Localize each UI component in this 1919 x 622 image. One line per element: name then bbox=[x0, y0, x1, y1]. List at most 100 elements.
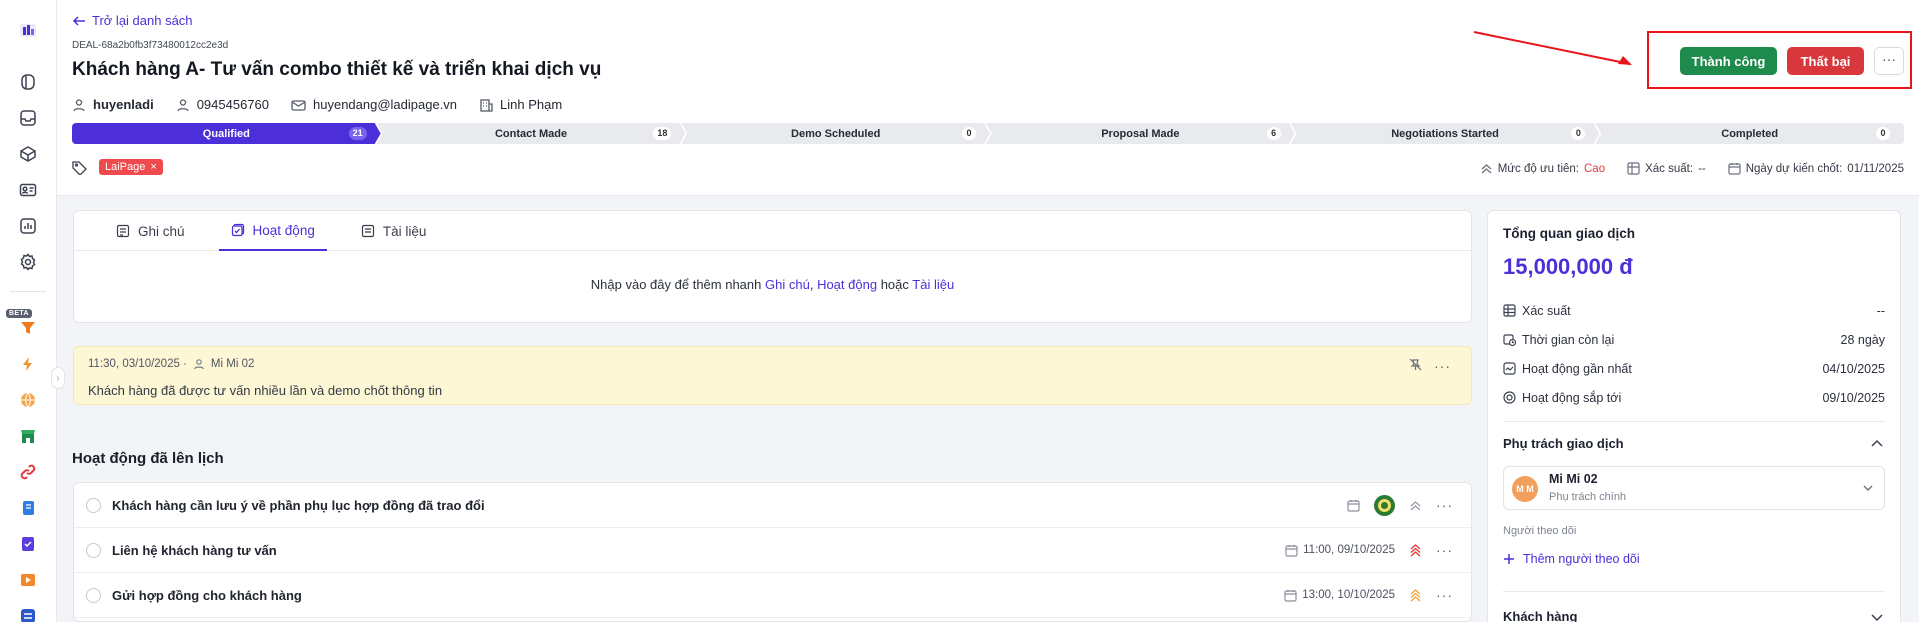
quick-add-activities-link[interactable]: Hoạt động bbox=[817, 277, 877, 292]
book-icon[interactable] bbox=[18, 498, 38, 518]
followers-label: Người theo dõi bbox=[1503, 525, 1577, 537]
more-options-button[interactable]: ··· bbox=[1874, 47, 1904, 75]
table-icon bbox=[1627, 162, 1640, 175]
flash-icon[interactable] bbox=[18, 354, 38, 374]
row-more-icon[interactable]: ··· bbox=[1436, 587, 1453, 603]
add-follower-label: Thêm người theo dõi bbox=[1523, 552, 1640, 566]
store-icon[interactable] bbox=[18, 426, 38, 446]
success-button[interactable]: Thành công bbox=[1680, 47, 1777, 75]
note-time: 11:30, 03/10/2025 · bbox=[88, 358, 187, 370]
tag-row: LaiPage × bbox=[72, 159, 163, 175]
note-more-icon[interactable]: ··· bbox=[1434, 358, 1451, 374]
building-icon bbox=[480, 98, 493, 112]
row-label: Hoạt động sắp tới bbox=[1522, 390, 1622, 405]
tab-notes[interactable]: Ghi chú bbox=[104, 211, 197, 251]
stage-proposal-made[interactable]: Proposal Made 6 bbox=[986, 123, 1295, 144]
stage-demo-scheduled[interactable]: Demo Scheduled 0 bbox=[681, 123, 990, 144]
row-label: Hoạt động gần nhất bbox=[1522, 361, 1632, 376]
probability-icon bbox=[1503, 304, 1516, 317]
tab-activities[interactable]: Hoạt động bbox=[218, 211, 327, 251]
complete-checkbox[interactable] bbox=[86, 497, 101, 513]
complete-checkbox[interactable] bbox=[86, 542, 101, 558]
stage-negotiations-started[interactable]: Negotiations Started 0 bbox=[1291, 123, 1600, 144]
products-icon[interactable] bbox=[18, 144, 38, 164]
funnel-icon[interactable] bbox=[18, 318, 38, 338]
back-link[interactable]: Trở lại danh sách bbox=[72, 13, 193, 28]
row-more-icon[interactable]: ··· bbox=[1436, 542, 1453, 558]
settings-icon[interactable] bbox=[18, 252, 38, 272]
upcoming-icon bbox=[1503, 391, 1516, 404]
globe-icon[interactable] bbox=[18, 390, 38, 410]
stage-count: 0 bbox=[1571, 127, 1585, 140]
owner-select[interactable]: M M Mi Mi 02 Phụ trách chính bbox=[1503, 466, 1885, 510]
list-item[interactable]: Liên hệ khách hàng tư vấn 11:00, 09/10/2… bbox=[74, 528, 1471, 573]
due-date-value: 11:00, 09/10/2025 bbox=[1303, 544, 1395, 556]
left-sidebar: BETA bbox=[0, 0, 57, 622]
link-icon[interactable] bbox=[18, 462, 38, 482]
overview-row-next-activity: Hoạt động sắp tới 09/10/2025 bbox=[1503, 383, 1885, 412]
chevron-down-icon[interactable] bbox=[1870, 611, 1884, 622]
tab-documents[interactable]: Tài liệu bbox=[349, 211, 439, 251]
stage-completed[interactable]: Completed 0 bbox=[1595, 123, 1905, 144]
stage-label: Proposal Made bbox=[1101, 127, 1180, 140]
tag-icon bbox=[72, 160, 87, 175]
fail-button[interactable]: Thất bại bbox=[1787, 47, 1864, 75]
priority-meta: Mức độ ưu tiên: Cao bbox=[1480, 162, 1605, 175]
phone-value: 0945456760 bbox=[196, 97, 269, 112]
avatar-emblem-icon bbox=[1378, 498, 1391, 512]
chevron-up-icon[interactable] bbox=[1870, 436, 1884, 450]
divider bbox=[1503, 421, 1885, 422]
assignee-avatar[interactable] bbox=[1374, 494, 1395, 516]
company-value: Linh Phạm bbox=[500, 97, 563, 112]
stage-qualified[interactable]: Qualified 21 bbox=[72, 123, 381, 144]
row-label: Thời gian còn lại bbox=[1522, 332, 1615, 347]
close-icon[interactable]: × bbox=[150, 161, 156, 173]
calendar-icon bbox=[1728, 163, 1741, 175]
row-value: 28 ngày bbox=[1840, 332, 1885, 347]
tab-label: Tài liệu bbox=[382, 223, 427, 239]
chevron-down-icon bbox=[1863, 485, 1873, 491]
id-card-icon[interactable] bbox=[18, 180, 38, 200]
add-follower-button[interactable]: Thêm người theo dõi bbox=[1503, 552, 1640, 566]
row-value: -- bbox=[1876, 303, 1885, 318]
beta-badge: BETA bbox=[6, 309, 32, 318]
quick-add-notes-link[interactable]: Ghi chú bbox=[765, 277, 810, 292]
annotation-arrow bbox=[1473, 31, 1632, 65]
priority-high-icon bbox=[1410, 543, 1421, 557]
avatar: M M bbox=[1512, 476, 1538, 502]
stage-contact-made[interactable]: Contact Made 18 bbox=[377, 123, 686, 144]
workflow-icon[interactable] bbox=[18, 606, 38, 622]
contact-user-icon bbox=[177, 98, 189, 111]
contacts-icon[interactable] bbox=[18, 72, 38, 92]
tag-chip[interactable]: LaiPage × bbox=[99, 159, 163, 175]
due-date-value: 13:00, 10/10/2025 bbox=[1302, 589, 1395, 601]
priority-medium-icon bbox=[1410, 588, 1421, 602]
note-author: Mi Mi 02 bbox=[210, 358, 255, 370]
quick-add-prompt[interactable]: Nhập vào đây để thêm nhanh Ghi chú, Hoạt… bbox=[74, 277, 1471, 292]
divider bbox=[1503, 591, 1885, 592]
logo-icon[interactable] bbox=[18, 20, 38, 40]
email-meta: huyendang@ladipage.vn bbox=[291, 97, 457, 112]
checklist-icon[interactable] bbox=[18, 534, 38, 554]
owner-meta: huyenladi bbox=[72, 97, 154, 112]
overview-row-probability: Xác suất -- bbox=[1503, 296, 1885, 325]
quick-add-documents-link[interactable]: Tài liệu bbox=[912, 277, 954, 292]
stage-count: 21 bbox=[349, 127, 367, 140]
reports-icon[interactable] bbox=[18, 216, 38, 236]
list-item[interactable]: Khách hàng cần lưu ý về phần phụ lục hợp… bbox=[74, 483, 1471, 528]
calendar-icon bbox=[1284, 589, 1297, 602]
media-icon[interactable] bbox=[18, 570, 38, 590]
due-date[interactable]: 13:00, 10/10/2025 bbox=[1284, 589, 1395, 602]
due-date[interactable]: 11:00, 09/10/2025 bbox=[1285, 544, 1395, 557]
customer-section-title: Khách hàng bbox=[1503, 609, 1578, 622]
overview-row-time-left: Thời gian còn lại 28 ngày bbox=[1503, 325, 1885, 354]
row-more-icon[interactable]: ··· bbox=[1436, 497, 1453, 513]
sidebar-collapse-handle[interactable]: › bbox=[51, 367, 65, 389]
unpin-icon[interactable] bbox=[1409, 358, 1422, 371]
calendar-icon[interactable] bbox=[1347, 499, 1360, 512]
overview-row-last-activity: Hoạt động gần nhất 04/10/2025 bbox=[1503, 354, 1885, 383]
close-date-value: 01/11/2025 bbox=[1847, 162, 1904, 175]
inbox-icon[interactable] bbox=[18, 108, 38, 128]
complete-checkbox[interactable] bbox=[86, 587, 101, 603]
list-item[interactable]: Gửi hợp đồng cho khách hàng 13:00, 10/10… bbox=[74, 573, 1471, 618]
